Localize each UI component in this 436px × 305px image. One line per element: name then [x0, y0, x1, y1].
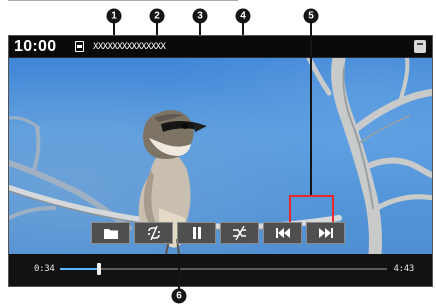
media-player-screen: 10:00 XXXXXXXXXXXXXXX 0:34 4:43 [8, 35, 433, 287]
previous-button[interactable] [263, 222, 302, 244]
status-bar: 10:00 XXXXXXXXXXXXXXX [9, 36, 432, 58]
pause-icon [192, 227, 201, 239]
callout-5: 5 [303, 8, 319, 24]
total-time: 4:43 [393, 264, 415, 274]
callout-6-leader [178, 268, 180, 290]
progress-thumb[interactable] [97, 263, 102, 275]
progress-track[interactable] [60, 263, 387, 275]
callout-5-leader [310, 23, 312, 196]
callout-2: 2 [149, 8, 165, 24]
seek-bar: 0:34 4:43 [9, 254, 432, 286]
menu-button[interactable] [414, 40, 426, 53]
current-time: 0:34 [34, 264, 55, 274]
clock: 10:00 [14, 38, 57, 55]
playback-controls [91, 222, 345, 244]
callout-4: 4 [235, 8, 251, 24]
skip-previous-icon [275, 228, 290, 238]
folder-icon [103, 228, 118, 239]
progress-fill [60, 268, 100, 270]
shuffle-button[interactable] [220, 222, 259, 244]
callout-1: 1 [106, 8, 122, 24]
top-rule [8, 0, 238, 1]
sd-card-icon [75, 41, 84, 52]
folder-button[interactable] [91, 222, 130, 244]
file-name: XXXXXXXXXXXXXXX [93, 42, 166, 52]
repeat-off-icon [147, 226, 160, 240]
callout-6: 6 [171, 288, 187, 304]
callout-3: 3 [192, 8, 208, 24]
repeat-button[interactable] [134, 222, 173, 244]
shuffle-off-icon [232, 226, 246, 240]
callout-5-bracket [289, 195, 334, 222]
next-button[interactable] [306, 222, 345, 244]
skip-next-icon [318, 228, 333, 238]
play-pause-button[interactable] [177, 222, 216, 244]
